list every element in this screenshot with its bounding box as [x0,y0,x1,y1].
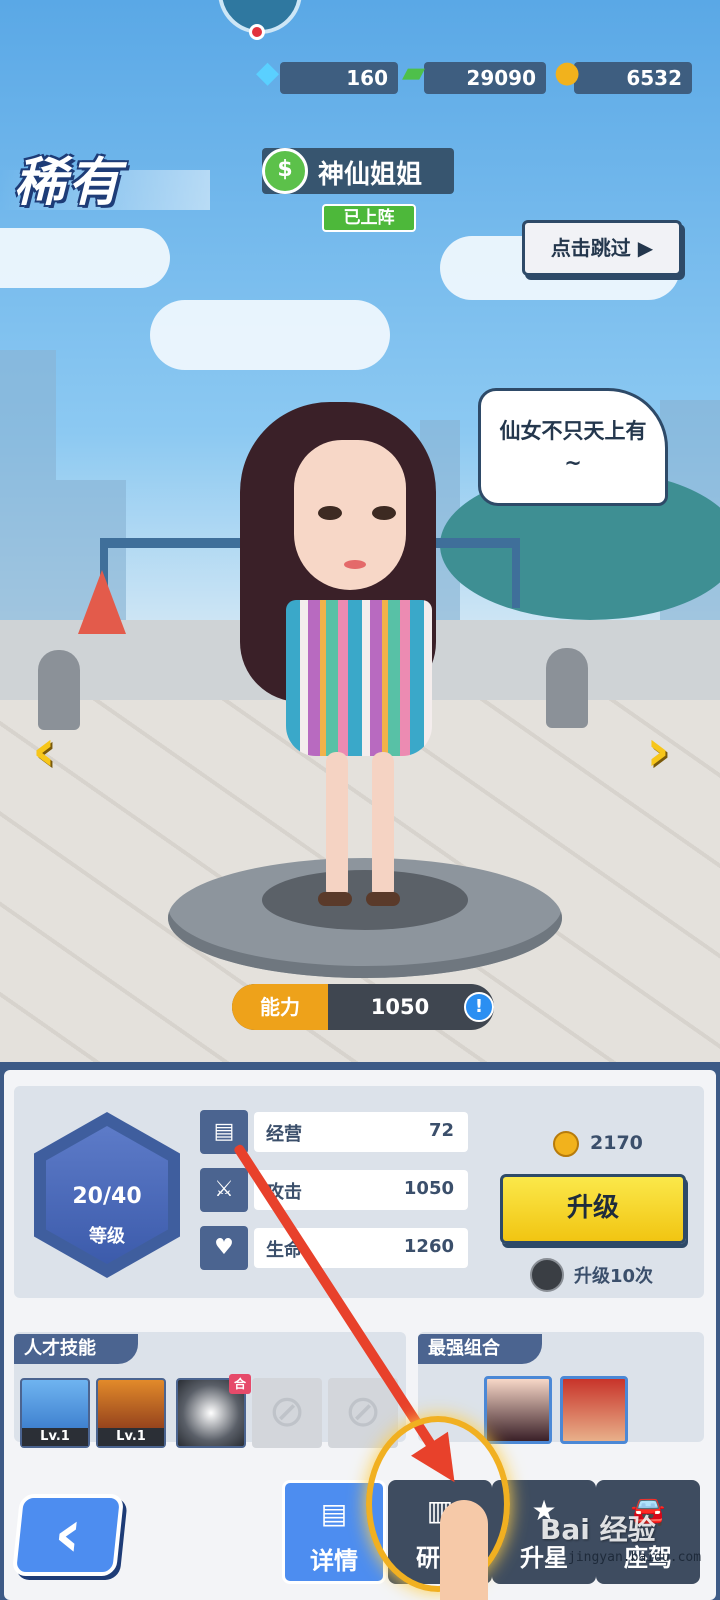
skill-level: Lv.1 [22,1428,88,1446]
skill-slot[interactable]: Lv.1 [20,1378,90,1448]
character-leg [326,752,348,900]
level-label: 等级 [89,1226,125,1247]
upgrade10-label: 升级10次 [574,1266,654,1287]
diamond-count: 160 [346,66,388,90]
speech-bubble: 仙女不只天上有~ [478,388,668,506]
diamond-counter: 160 [280,62,398,94]
building [0,350,56,620]
coin-icon [553,1131,579,1157]
cash-counter: 29090 [424,62,546,94]
stat-value: 1260 [403,1236,454,1257]
next-character-arrow-icon[interactable]: › [646,716,670,784]
character-eye [372,506,396,520]
power-label: 能力 [232,984,328,1030]
skip-button[interactable]: 点击跳过 ▶ [522,220,682,276]
rarity-label: 稀有 [14,153,123,213]
bollard [546,648,588,728]
diamond-plus-icon[interactable]: ◆ [256,58,279,88]
talent-title: 人才技能 [14,1334,138,1364]
locked-slot-icon: ⊘ [328,1378,398,1448]
cloud [0,228,170,288]
character-dress [286,600,432,756]
traffic-cone [78,570,126,634]
cash-icon: ▰ [402,55,426,90]
coin-counter: 6532 [574,62,692,94]
locked-slot-icon: ⊘ [252,1378,322,1448]
skill-slot[interactable]: Lv.1 [96,1378,166,1448]
skill-level: Lv.1 [98,1428,164,1446]
combo-portrait[interactable] [484,1376,552,1444]
stat-attack: ⚔ 攻击 1050 [200,1168,468,1212]
watermark-url: jingyan.baidu.com [568,1550,702,1565]
tab-label: 详情 [310,1547,358,1575]
tutorial-finger [440,1500,488,1600]
combo-title: 最强组合 [418,1334,542,1364]
upgrade-button[interactable]: 升级 [500,1174,686,1244]
character-shoe [366,892,400,906]
cash-count: 29090 [466,66,536,90]
stat-value: 1050 [403,1178,454,1199]
back-button[interactable]: ‹ [11,1494,125,1576]
upgrade-cost: 2170 [590,1132,643,1154]
stat-name: 经营 [266,1124,302,1145]
prev-character-arrow-icon[interactable]: ‹ [32,716,56,784]
character-name: 神仙姐姐 [318,160,423,190]
skip-label: 点击跳过 [550,236,631,260]
watermark-logo: Bai 经验 [540,1513,656,1546]
platform-center [262,870,468,930]
level-value: 20/40 [72,1184,142,1209]
combo-portrait[interactable] [560,1376,628,1444]
deployed-badge: 已上阵 [322,204,416,232]
stat-health: ♥ 生命 1260 [200,1226,468,1270]
money-bag-icon: $ [262,148,308,194]
skip-icon: ▶ [637,236,654,260]
heart-icon: ♥ [200,1226,248,1270]
character-lips [344,560,366,569]
character-shoe [318,892,352,906]
combo-tag: 合 [229,1374,251,1394]
character-leg [372,752,394,900]
notification-dot [249,24,265,40]
upgrade10-toggle[interactable] [530,1258,564,1292]
character-eye [318,506,342,520]
power-value: 1050 [370,995,430,1019]
sword-icon: ⚔ [200,1168,248,1212]
info-icon[interactable]: ! [464,992,494,1022]
stat-value: 72 [428,1120,454,1141]
cloud [150,300,390,370]
tutorial-highlight [366,1416,510,1592]
coin-count: 6532 [626,66,682,90]
coin-icon: ● [554,55,581,90]
